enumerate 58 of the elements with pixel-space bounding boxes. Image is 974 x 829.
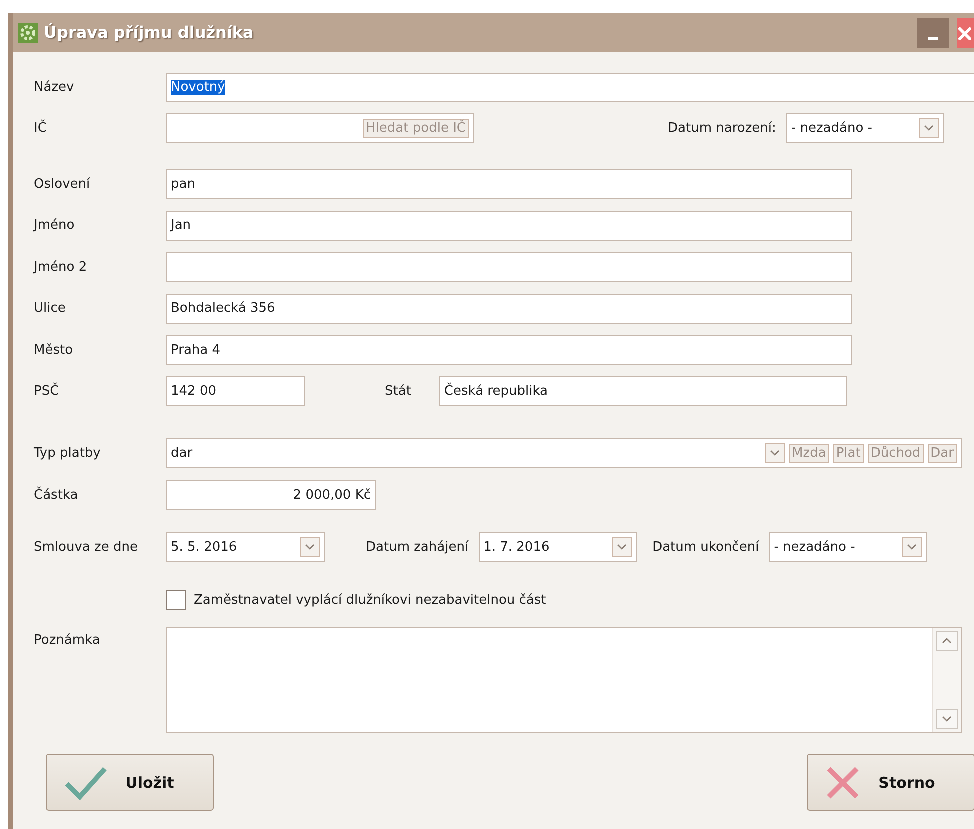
checkbox-label: Zaměstnavatel vyplácí dlužníkovi nezabavitelnou část — [194, 592, 546, 608]
field-label: Typ platby — [34, 446, 102, 460]
text-input[interactable] — [166, 252, 852, 282]
checkbox[interactable] — [166, 590, 186, 610]
cancel-button[interactable]: Storno — [807, 754, 974, 811]
text-input[interactable]: Praha 4 — [166, 335, 852, 365]
scroll-up-button[interactable] — [936, 631, 958, 651]
close-icon — [957, 26, 971, 40]
date-combobox[interactable]: 5. 5. 2016 — [166, 532, 325, 562]
note-textarea[interactable] — [166, 627, 962, 733]
input-text: Novotný — [171, 80, 226, 95]
field-label: Ulice — [34, 301, 67, 316]
field-label: Jméno 2 — [34, 260, 88, 274]
save-button[interactable]: Uložit — [46, 754, 214, 811]
dropdown-button[interactable] — [765, 443, 786, 463]
date-combobox[interactable]: 1. 7. 2016 — [478, 532, 637, 562]
field-label: Název — [34, 80, 76, 95]
field-label: Datum ukončení — [652, 540, 760, 554]
amount-input[interactable]: 2 000,00 Kč — [166, 480, 376, 510]
cross-icon — [826, 766, 860, 800]
text-input[interactable]: Bohdalecká 356 — [166, 294, 852, 324]
dropdown-button[interactable] — [902, 537, 922, 557]
minimize-button[interactable] — [917, 18, 949, 48]
field-label: Částka — [34, 488, 80, 502]
dropdown-button[interactable] — [300, 537, 320, 557]
text-input[interactable]: Jan — [166, 210, 852, 240]
date-combobox[interactable]: - nezadáno - — [786, 113, 944, 143]
field-label: Jméno — [34, 218, 76, 233]
chevron-down-icon — [907, 544, 918, 550]
window-title: Úprava příjmu dlužníka — [44, 23, 254, 42]
field-label: Smlouva ze dne — [34, 540, 139, 554]
field-label: Stát — [385, 384, 412, 398]
scroll-down-button[interactable] — [936, 709, 958, 729]
date-combobox[interactable]: - nezadáno - — [769, 532, 928, 562]
chevron-down-icon — [924, 125, 934, 131]
dropdown-button[interactable] — [919, 118, 940, 138]
gear-icon — [18, 22, 38, 42]
field-label: IČ — [34, 120, 48, 136]
minimize-icon — [928, 36, 938, 40]
chevron-down-icon — [616, 544, 627, 550]
postal-code-input[interactable]: 142 00 — [166, 376, 305, 406]
chevron-down-icon — [770, 450, 780, 456]
checkmark-icon — [65, 766, 107, 800]
chevron-down-icon — [305, 544, 315, 550]
field-label: Město — [34, 342, 74, 358]
close-button[interactable] — [957, 18, 974, 48]
dropdown-button[interactable] — [612, 537, 632, 557]
text-input[interactable]: pan — [166, 169, 852, 199]
field-label: Poznámka — [34, 632, 102, 648]
name-input[interactable]: Novotný — [166, 73, 974, 102]
chevron-down-icon — [942, 716, 952, 722]
scrollbar[interactable] — [932, 628, 961, 732]
field-label: PSČ — [34, 384, 60, 398]
country-input[interactable]: Česká republika — [439, 376, 848, 406]
field-label: Datum narození: — [668, 120, 776, 136]
payment-type-combobox[interactable]: dar Mzda Plat Důchod Dar — [166, 438, 962, 468]
field-label: Datum zahájení — [366, 540, 469, 554]
field-label: Oslovení — [34, 176, 92, 192]
